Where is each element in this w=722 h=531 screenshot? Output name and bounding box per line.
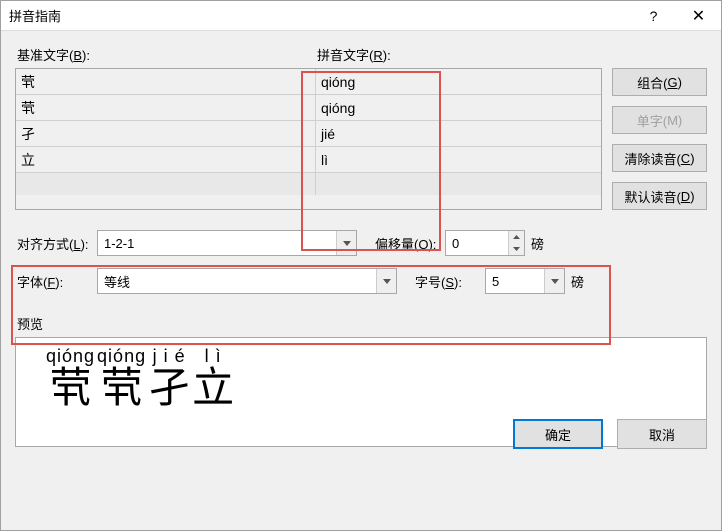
- ruby-unit: qióng 茕: [97, 346, 146, 409]
- offset-label: 偏移量(O):: [375, 234, 445, 253]
- table-row[interactable]: 立 lì: [16, 147, 601, 173]
- ok-button[interactable]: 确定: [513, 419, 603, 449]
- table-row[interactable]: 孑 jié: [16, 121, 601, 147]
- group-button[interactable]: 组合(G): [612, 68, 707, 96]
- alignment-label: 对齐方式(L):: [17, 234, 97, 253]
- ruby-unit: l ì 立: [192, 346, 234, 409]
- base-cell[interactable]: 茕: [16, 69, 316, 94]
- size-unit: 磅: [571, 272, 584, 291]
- table-row[interactable]: 茕 qióng: [16, 69, 601, 95]
- cancel-button[interactable]: 取消: [617, 419, 707, 449]
- ruby-unit: qióng 茕: [46, 346, 95, 409]
- base-cell[interactable]: 茕: [16, 95, 316, 120]
- base-cell[interactable]: 孑: [16, 121, 316, 146]
- font-combo[interactable]: 等线: [97, 268, 397, 294]
- pinyin-cell[interactable]: qióng: [316, 69, 601, 94]
- text-grid: 茕 qióng 茕 qióng 孑 jié 立 lì: [15, 68, 602, 210]
- font-label: 字体(F):: [17, 272, 97, 291]
- pinyin-cell[interactable]: jié: [316, 121, 601, 146]
- base-cell[interactable]: 立: [16, 147, 316, 172]
- chevron-down-icon[interactable]: [544, 269, 564, 293]
- titlebar: 拼音指南 ? ✕: [1, 1, 721, 31]
- table-row[interactable]: 茕 qióng: [16, 95, 601, 121]
- pinyin-cell[interactable]: qióng: [316, 95, 601, 120]
- chevron-down-icon[interactable]: [336, 231, 356, 255]
- dialog-content: 基准文字(B): 拼音文字(R): 茕 qióng 茕 qióng 孑 jié …: [1, 31, 721, 461]
- offset-spinner[interactable]: 0: [445, 230, 525, 256]
- pinyin-cell: [316, 173, 601, 195]
- pinyin-text-label: 拼音文字(R):: [315, 45, 391, 64]
- dialog-title: 拼音指南: [9, 6, 631, 25]
- pinyin-cell[interactable]: lì: [316, 147, 601, 172]
- preview-label: 预览: [15, 314, 707, 333]
- base-text-label: 基准文字(B):: [15, 45, 315, 64]
- alignment-combo[interactable]: 1-2-1: [97, 230, 357, 256]
- chevron-down-icon[interactable]: [376, 269, 396, 293]
- table-row-empty: [16, 173, 601, 195]
- phonetic-guide-dialog: 拼音指南 ? ✕ 基准文字(B): 拼音文字(R): 茕 qióng 茕 qió…: [0, 0, 722, 531]
- base-cell: [16, 173, 316, 195]
- single-button: 单字(M): [612, 106, 707, 134]
- size-combo[interactable]: 5: [485, 268, 565, 294]
- clear-reading-button[interactable]: 清除读音(C): [612, 144, 707, 172]
- spin-down-icon[interactable]: [509, 243, 524, 255]
- help-button[interactable]: ?: [631, 1, 676, 31]
- offset-unit: 磅: [531, 234, 544, 253]
- ruby-unit: j i é 孑: [148, 346, 190, 409]
- spin-up-icon[interactable]: [509, 231, 524, 243]
- size-label: 字号(S):: [415, 272, 485, 291]
- default-reading-button[interactable]: 默认读音(D): [612, 182, 707, 210]
- close-button[interactable]: ✕: [676, 1, 721, 31]
